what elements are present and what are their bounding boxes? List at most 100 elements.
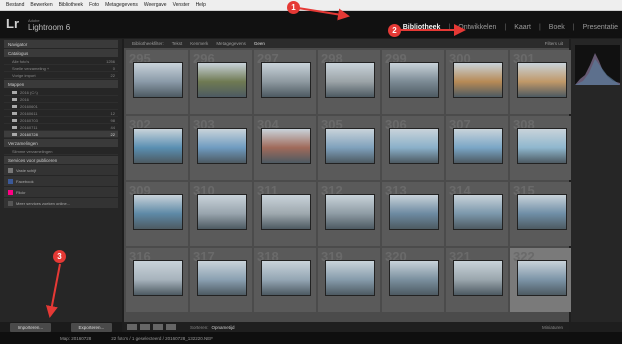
photo-thumbnail[interactable] bbox=[517, 260, 567, 296]
menu-item[interactable]: Help bbox=[196, 2, 206, 8]
module-ontwikkelen[interactable]: Ontwikkelen bbox=[454, 24, 500, 31]
export-button[interactable]: Exporteren... bbox=[70, 322, 113, 332]
grid-cell[interactable]: 305 bbox=[318, 116, 380, 180]
grid-cell[interactable]: 296 bbox=[190, 50, 252, 114]
photo-thumbnail[interactable] bbox=[389, 194, 439, 230]
folder-item[interactable]: 20160703 98 bbox=[4, 117, 118, 124]
module-bibliotheek[interactable]: Bibliotheek bbox=[399, 24, 445, 31]
grid-cell[interactable]: 318 bbox=[254, 248, 316, 312]
folders-header[interactable]: Mappen bbox=[4, 80, 118, 88]
photo-thumbnail[interactable] bbox=[325, 62, 375, 98]
compare-view-icon[interactable] bbox=[153, 324, 163, 330]
filter-option[interactable]: Tekst bbox=[172, 41, 183, 46]
grid-cell[interactable]: 311 bbox=[254, 182, 316, 246]
module-presentatie[interactable]: Presentatie bbox=[579, 24, 622, 31]
grid-cell[interactable]: 315 bbox=[510, 182, 572, 246]
grid-cell[interactable]: 310 bbox=[190, 182, 252, 246]
filter-option[interactable]: Geen bbox=[254, 41, 265, 46]
grid-cell[interactable]: 317 bbox=[190, 248, 252, 312]
photo-thumbnail[interactable] bbox=[197, 194, 247, 230]
photo-thumbnail[interactable] bbox=[133, 194, 183, 230]
grid-cell[interactable]: 309 bbox=[126, 182, 188, 246]
grid-cell[interactable]: 306 bbox=[382, 116, 444, 180]
sort-select[interactable]: Opnametijd bbox=[212, 325, 235, 330]
photo-thumbnail[interactable] bbox=[133, 260, 183, 296]
photo-thumbnail[interactable] bbox=[261, 128, 311, 164]
import-button[interactable]: Importeren... bbox=[9, 322, 52, 332]
grid-cell[interactable]: 297 bbox=[254, 50, 316, 114]
photo-thumbnail[interactable] bbox=[517, 62, 567, 98]
publish-service-item[interactable]: Flickr bbox=[4, 187, 118, 197]
thumbnail-size-label[interactable]: Miniaturen bbox=[542, 325, 563, 330]
menu-item[interactable]: Weergave bbox=[144, 2, 167, 8]
photo-thumbnail[interactable] bbox=[453, 128, 503, 164]
folder-item[interactable]: 20160611 12 bbox=[4, 110, 118, 117]
app-title[interactable]: Lightroom 6 bbox=[28, 23, 70, 32]
filter-option[interactable]: Metagegevens bbox=[216, 41, 246, 46]
photo-thumbnail[interactable] bbox=[261, 260, 311, 296]
photo-thumbnail[interactable] bbox=[453, 194, 503, 230]
catalog-item[interactable]: Alle foto's 1256 bbox=[4, 58, 118, 65]
grid-cell[interactable]: 299 bbox=[382, 50, 444, 114]
photo-thumbnail[interactable] bbox=[325, 194, 375, 230]
catalog-header[interactable]: Catalogus bbox=[4, 49, 118, 57]
folder-item[interactable]: 20160601 bbox=[4, 103, 118, 110]
photo-thumbnail[interactable] bbox=[389, 62, 439, 98]
folder-item[interactable]: 2016 bbox=[4, 96, 118, 103]
collections-header[interactable]: Verzamelingen bbox=[4, 139, 118, 147]
grid-cell[interactable]: 295 bbox=[126, 50, 188, 114]
photo-thumbnail[interactable] bbox=[133, 62, 183, 98]
photo-thumbnail[interactable] bbox=[261, 194, 311, 230]
grid-cell[interactable]: 300 bbox=[446, 50, 508, 114]
menu-item[interactable]: Bibliotheek bbox=[59, 2, 83, 8]
photo-thumbnail[interactable] bbox=[453, 260, 503, 296]
folder-item[interactable]: 20160728 22 bbox=[4, 131, 118, 138]
photo-thumbnail[interactable] bbox=[517, 128, 567, 164]
menu-item[interactable]: Metagegevens bbox=[105, 2, 138, 8]
grid-cell[interactable]: 298 bbox=[318, 50, 380, 114]
grid-cell[interactable]: 313 bbox=[382, 182, 444, 246]
survey-view-icon[interactable] bbox=[166, 324, 176, 330]
photo-thumbnail[interactable] bbox=[197, 260, 247, 296]
grid-cell[interactable]: 316 bbox=[126, 248, 188, 312]
grid-cell[interactable]: 301 bbox=[510, 50, 572, 114]
menu-item[interactable]: Venster bbox=[173, 2, 190, 8]
catalog-item[interactable]: Vorige import 22 bbox=[4, 72, 118, 79]
navigator-header[interactable]: Navigator bbox=[4, 40, 118, 48]
photo-thumbnail[interactable] bbox=[453, 62, 503, 98]
photo-thumbnail[interactable] bbox=[325, 128, 375, 164]
menu-item[interactable]: Foto bbox=[89, 2, 99, 8]
publish-service-item[interactable]: Meer services zoeken online... bbox=[4, 198, 118, 208]
menu-item[interactable]: Bewerken bbox=[30, 2, 52, 8]
grid-cell[interactable]: 303 bbox=[190, 116, 252, 180]
module-boek[interactable]: Boek bbox=[545, 24, 569, 31]
photo-thumbnail[interactable] bbox=[389, 128, 439, 164]
folder-source[interactable]: Map: 20160728 bbox=[60, 336, 91, 341]
publish-header[interactable]: Services voor publiceren bbox=[4, 156, 118, 164]
folder-item[interactable]: 2016 (C:\) bbox=[4, 89, 118, 96]
grid-view-icon[interactable] bbox=[127, 324, 137, 330]
photo-thumbnail[interactable] bbox=[325, 260, 375, 296]
photo-thumbnail[interactable] bbox=[389, 260, 439, 296]
filter-preset[interactable]: Filters uit bbox=[545, 41, 563, 46]
grid-cell[interactable]: 319 bbox=[318, 248, 380, 312]
grid-cell[interactable]: 312 bbox=[318, 182, 380, 246]
photo-thumbnail[interactable] bbox=[133, 128, 183, 164]
grid-cell[interactable]: 314 bbox=[446, 182, 508, 246]
menu-item[interactable]: Bestand bbox=[6, 2, 24, 8]
grid-cell[interactable]: 304 bbox=[254, 116, 316, 180]
publish-service-item[interactable]: Vaste schijf bbox=[4, 165, 118, 175]
grid-cell[interactable]: 307 bbox=[446, 116, 508, 180]
photo-thumbnail[interactable] bbox=[261, 62, 311, 98]
filter-option[interactable]: Kenmerk bbox=[190, 41, 208, 46]
photo-thumbnail[interactable] bbox=[197, 62, 247, 98]
photo-thumbnail[interactable] bbox=[197, 128, 247, 164]
loupe-view-icon[interactable] bbox=[140, 324, 150, 330]
grid-cell[interactable]: 322 bbox=[510, 248, 572, 312]
grid-cell[interactable]: 321 bbox=[446, 248, 508, 312]
module-kaart[interactable]: Kaart bbox=[510, 24, 535, 31]
catalog-item[interactable]: Snelle verzameling + 0 bbox=[4, 65, 118, 72]
folder-item[interactable]: 20160711 44 bbox=[4, 124, 118, 131]
grid-cell[interactable]: 320 bbox=[382, 248, 444, 312]
publish-service-item[interactable]: Facebook bbox=[4, 176, 118, 186]
